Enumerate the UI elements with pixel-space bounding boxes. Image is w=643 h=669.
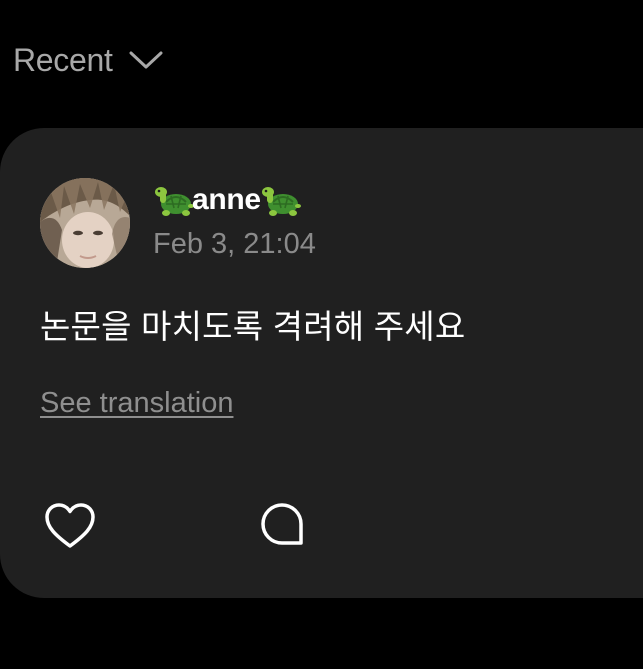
- author-name: anne: [192, 183, 261, 216]
- sort-filter-dropdown[interactable]: Recent: [13, 38, 163, 82]
- avatar[interactable]: [40, 178, 130, 268]
- like-button[interactable]: [40, 498, 100, 558]
- see-translation-link[interactable]: See translation: [40, 387, 233, 420]
- turtle-emoji-icon: [152, 182, 194, 218]
- post-message: 논문을 마치도록 격려해 주세요: [40, 308, 466, 345]
- page: Recent anne Feb 3, 21:04 논문을 마치도록 격려해 주세…: [0, 0, 643, 669]
- author-name-row[interactable]: anne: [152, 180, 301, 220]
- heart-icon: [43, 502, 97, 555]
- post-card: anne Feb 3, 21:04 논문을 마치도록 격려해 주세요 See t…: [0, 128, 643, 598]
- turtle-emoji-icon: [259, 182, 301, 218]
- comment-bubble-icon: [257, 499, 307, 554]
- comment-button[interactable]: [252, 496, 312, 556]
- post-timestamp: Feb 3, 21:04: [153, 228, 316, 260]
- sort-filter-label: Recent: [13, 41, 113, 78]
- chevron-down-icon: [129, 50, 163, 70]
